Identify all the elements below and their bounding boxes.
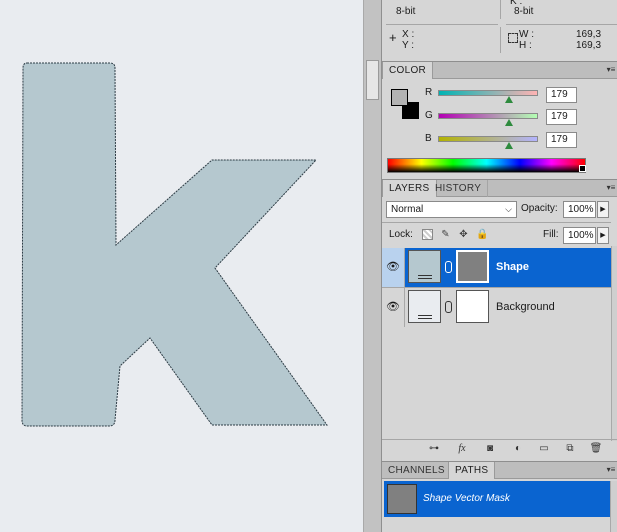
lock-transparency-icon[interactable] <box>422 229 433 240</box>
new-layer-icon[interactable]: ⧉ <box>563 443 577 455</box>
info-separator <box>500 0 501 19</box>
link-layers-icon[interactable]: ⊶ <box>427 443 441 455</box>
visibility-eye-icon[interactable]: 👁 <box>382 248 405 287</box>
info-divider-left <box>386 24 498 25</box>
chevron-down-icon: ⌵ <box>505 204 512 214</box>
green-value-input[interactable]: 179 <box>546 109 577 125</box>
color-r-label: R <box>425 87 433 98</box>
red-slider[interactable] <box>438 90 538 96</box>
info-right-bit: 8-bit <box>514 6 534 17</box>
info-w-value: 169,3 <box>576 29 602 40</box>
tab-color[interactable]: COLOR <box>382 62 434 79</box>
info-y-label: Y : <box>402 40 415 51</box>
layers-panel-tabbar: LAYERS HISTORY ▾≡ <box>382 179 617 197</box>
layers-list: 👁 Shape 👁 Background <box>382 246 617 441</box>
opacity-input[interactable]: 100% <box>563 201 596 218</box>
info-w-label: W : <box>519 29 534 40</box>
info-h-value: 169,3 <box>576 40 602 51</box>
tab-history[interactable]: HISTORY <box>429 180 489 197</box>
layers-divider <box>382 222 611 223</box>
layer-row-background[interactable]: 👁 Background <box>382 288 611 327</box>
panel-menu-icon[interactable]: ▾≡ <box>606 65 616 75</box>
panels-dock: K : 8-bit 8-bit + X : Y : W : H : 169,3 … <box>381 0 617 532</box>
paths-scrollbar[interactable] <box>610 481 617 532</box>
document-canvas[interactable] <box>0 0 363 532</box>
layer-row-shape[interactable]: 👁 Shape <box>382 248 611 287</box>
path-name[interactable]: Shape Vector Mask <box>423 481 510 517</box>
info-divider-right <box>506 24 617 25</box>
red-value-input[interactable]: 179 <box>546 87 577 103</box>
ramp-black-swatch[interactable] <box>579 165 586 172</box>
layer-name[interactable]: Shape <box>496 248 529 287</box>
crosshair-icon: + <box>389 30 397 45</box>
chain-link-icon[interactable] <box>445 261 452 273</box>
visibility-eye-icon[interactable]: 👁 <box>382 288 405 327</box>
layer-name[interactable]: Background <box>496 288 555 327</box>
add-mask-icon[interactable]: ◙ <box>483 443 497 455</box>
fill-arrow-icon[interactable]: ▶ <box>597 227 609 244</box>
blend-mode-value: Normal <box>391 204 424 215</box>
blend-mode-select[interactable]: Normal ⌵ <box>386 201 517 218</box>
info-separator <box>500 27 501 53</box>
fill-label: Fill: <box>543 229 559 240</box>
layer-thumbnail[interactable] <box>408 250 441 283</box>
green-slider-thumb[interactable] <box>505 119 513 126</box>
color-spectrum-ramp[interactable] <box>387 158 586 173</box>
tab-paths[interactable]: PATHS <box>448 462 496 479</box>
adjustment-layer-icon[interactable]: ◐ <box>511 443 525 455</box>
lock-label: Lock: <box>389 229 413 240</box>
new-group-folder-icon[interactable]: ▭ <box>537 443 551 455</box>
fill-input[interactable]: 100% <box>563 227 596 244</box>
layer-thumbnail[interactable] <box>408 290 441 323</box>
layers-scrollbar[interactable] <box>611 246 617 441</box>
color-panel-tabbar: COLOR ▾≡ <box>382 61 617 79</box>
blue-slider[interactable] <box>438 136 538 142</box>
color-b-label: B <box>425 133 432 144</box>
vector-mask-thumbnail[interactable] <box>456 250 489 283</box>
info-left-bit: 8-bit <box>396 6 416 17</box>
trash-icon[interactable]: 🗑 <box>589 443 603 455</box>
blue-slider-thumb[interactable] <box>505 142 513 149</box>
lock-pixels-brush-icon[interactable]: ✎ <box>440 229 451 240</box>
path-thumbnail[interactable] <box>387 484 417 514</box>
panel-menu-icon[interactable]: ▾≡ <box>606 183 616 193</box>
blue-value-input[interactable]: 179 <box>546 132 577 148</box>
layers-footer-divider <box>382 439 617 440</box>
letter-k-shape[interactable] <box>0 0 363 532</box>
canvas-scroll-thumb[interactable] <box>366 60 379 100</box>
opacity-arrow-icon[interactable]: ▶ <box>597 201 609 218</box>
lock-position-move-icon[interactable]: ✥ <box>458 229 469 240</box>
opacity-label: Opacity: <box>521 203 558 214</box>
fx-layer-style-icon[interactable]: fx <box>455 443 469 455</box>
tab-channels[interactable]: CHANNELS <box>382 462 452 479</box>
path-row-shape-vector-mask[interactable]: Shape Vector Mask <box>384 481 611 517</box>
selection-size-icon <box>508 33 518 43</box>
lock-all-padlock-icon[interactable]: 🔒 <box>476 229 488 240</box>
info-x-label: X : <box>402 29 415 40</box>
panel-menu-icon[interactable]: ▾≡ <box>606 465 616 475</box>
info-h-label: H : <box>519 40 532 51</box>
layer-mask-thumbnail[interactable] <box>456 290 489 323</box>
paths-panel-tabbar: CHANNELS PATHS ▾≡ <box>382 461 617 479</box>
green-slider[interactable] <box>438 113 538 119</box>
color-g-label: G <box>425 110 433 121</box>
foreground-color-swatch[interactable] <box>391 89 408 106</box>
red-slider-thumb[interactable] <box>505 96 513 103</box>
chain-link-icon[interactable] <box>445 301 452 313</box>
